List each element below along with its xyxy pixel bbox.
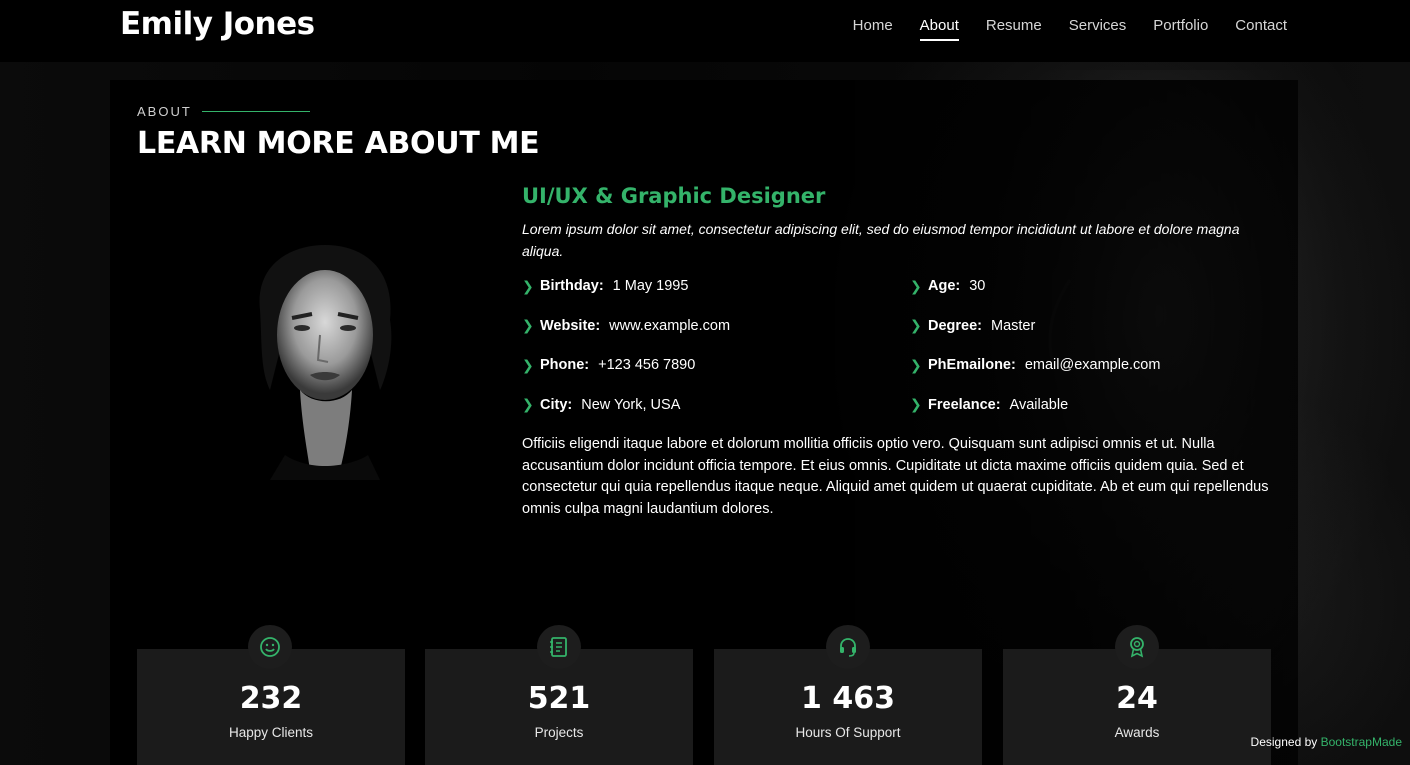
kicker-divider (201, 111, 310, 112)
site-logo[interactable]: Emily Jones (120, 6, 315, 42)
stat-label: Hours Of Support (795, 725, 901, 740)
intro-text: Lorem ipsum dolor sit amet, consectetur … (522, 221, 1240, 259)
role-title: UI/UX & Graphic Designer (522, 184, 826, 208)
fact-label: PhEmailone: (928, 357, 1016, 373)
journal-icon (537, 625, 581, 669)
fact-label: Website: (540, 317, 601, 334)
nav-portfolio[interactable]: Portfolio (1153, 17, 1208, 34)
fact-email: ❯ PhEmailone: email@example.com (910, 355, 1282, 375)
stat-value: 1 463 (801, 681, 895, 716)
fact-label: Freelance: (928, 396, 1001, 413)
award-icon (1115, 625, 1159, 669)
fact-label: Age: (928, 278, 961, 294)
fact-label: Birthday: (540, 278, 604, 294)
profile-photo (259, 245, 392, 480)
stat-label: Projects (534, 725, 584, 740)
fact-value: Master (991, 317, 1036, 334)
fact-value[interactable]: www.example.com (609, 318, 730, 334)
stat-value: 24 (1116, 681, 1158, 716)
fact-birthday: ❯ Birthday: 1 May 1995 (522, 276, 910, 296)
section-title: LEARN MORE ABOUT ME (137, 126, 540, 161)
chevron-right-icon: ❯ (910, 317, 922, 333)
headset-icon (826, 625, 870, 669)
stat-label: Happy Clients (228, 725, 314, 740)
fact-value[interactable]: email@example.com (1025, 357, 1161, 373)
fact-city: ❯ City: New York, USA (522, 395, 910, 415)
nav-home[interactable]: Home (853, 17, 893, 34)
nav-services[interactable]: Services (1069, 17, 1127, 34)
smiley-icon (248, 625, 292, 669)
chevron-right-icon: ❯ (910, 277, 922, 294)
fact-phone: ❯ Phone: +123 456 7890 (522, 355, 910, 375)
credit-prefix: Designed by (1250, 735, 1318, 749)
fact-label: Phone: (540, 357, 590, 373)
fact-freelance: ❯ Freelance: Available (910, 395, 1282, 415)
fact-label: Degree: (928, 317, 982, 334)
fact-degree: ❯ Degree: Master (910, 316, 1282, 336)
fact-value: +123 456 7890 (598, 357, 696, 373)
nav-about[interactable]: About (919, 17, 960, 41)
chevron-right-icon: ❯ (910, 396, 922, 412)
stat-label: Awards (1114, 725, 1160, 740)
section-kicker-text: ABOUT (137, 104, 192, 119)
chevron-right-icon: ❯ (522, 396, 534, 412)
nav-contact[interactable]: Contact (1235, 17, 1287, 34)
section-kicker: ABOUT (137, 104, 310, 119)
stat-value: 521 (527, 681, 591, 716)
site-header: Emily Jones Home About Resume Services P… (0, 0, 1410, 62)
fact-age: ❯ Age: 30 (910, 276, 1282, 296)
footer-credit: Designed by BootstrapMade (1251, 735, 1402, 749)
about-body-text: Officiis eligendi itaque labore et dolor… (522, 436, 1269, 517)
chevron-right-icon: ❯ (522, 356, 534, 373)
nav-resume[interactable]: Resume (986, 17, 1042, 34)
fact-value: 1 May 1995 (612, 278, 689, 294)
stat-value: 232 (239, 681, 303, 716)
facts-grid: ❯ Birthday: 1 May 1995 ❯ Age: 30 ❯ Websi… (522, 276, 1282, 415)
chevron-right-icon: ❯ (522, 277, 534, 294)
chevron-right-icon: ❯ (910, 356, 922, 373)
credit-link[interactable]: BootstrapMade (1321, 735, 1402, 749)
fact-value: Available (1009, 396, 1069, 413)
main-nav: Home About Resume Services Portfolio Con… (853, 17, 1287, 41)
chevron-right-icon: ❯ (522, 317, 534, 333)
fact-value: 30 (969, 278, 986, 294)
fact-website: ❯ Website: www.example.com (522, 316, 910, 336)
fact-label: City: (540, 396, 573, 413)
fact-value: New York, USA (581, 396, 681, 413)
